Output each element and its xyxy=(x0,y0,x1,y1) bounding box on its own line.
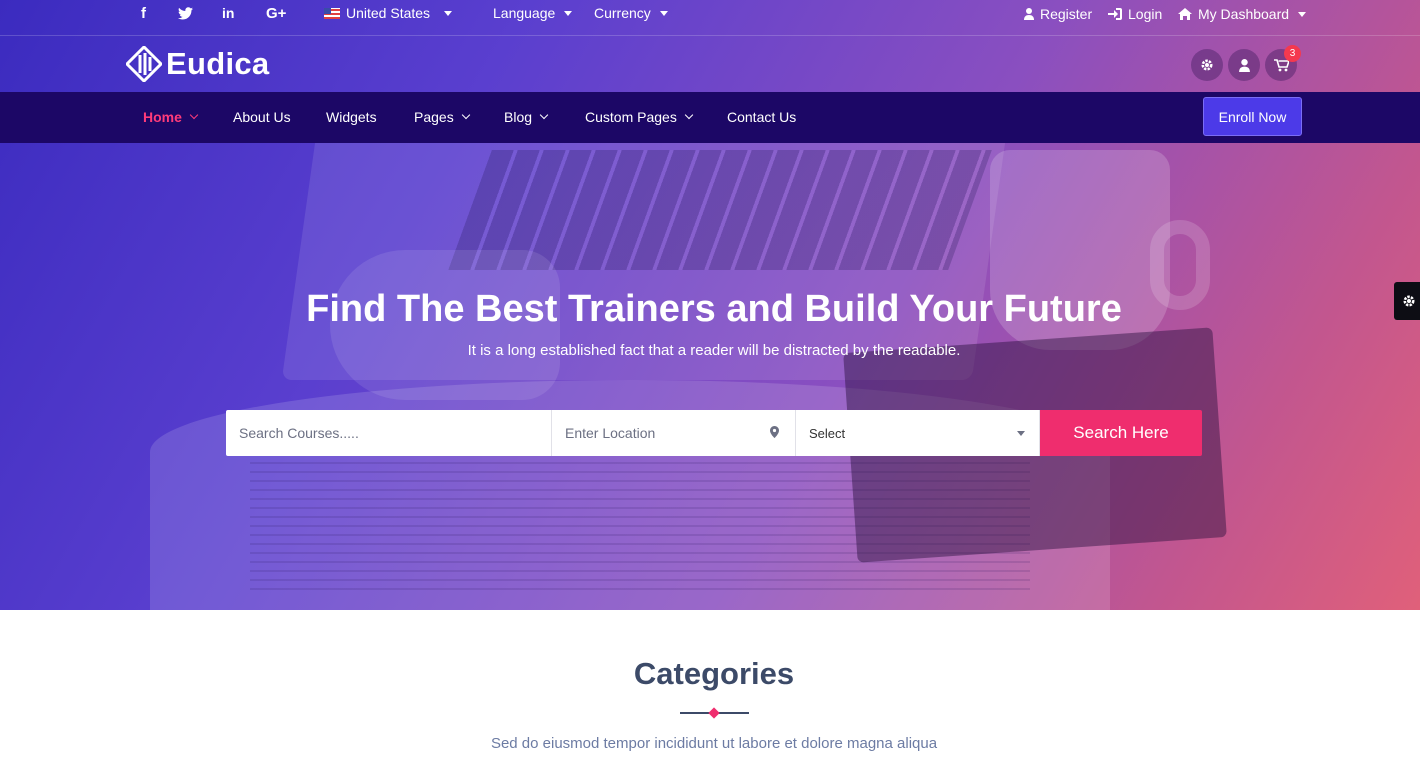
nav-item-label: Pages xyxy=(414,109,454,125)
nav-item-label: Custom Pages xyxy=(585,109,677,125)
main-navigation: Home About Us Widgets Pages Blog Custom … xyxy=(0,92,1420,143)
nav-item-widgets[interactable]: Widgets xyxy=(326,109,377,125)
chevron-down-icon xyxy=(189,110,199,120)
nav-item-blog[interactable]: Blog xyxy=(504,109,549,125)
search-courses-input[interactable]: Search Courses..... xyxy=(226,410,552,456)
sign-in-icon xyxy=(1108,8,1122,20)
dashboard-menu[interactable]: My Dashboard xyxy=(1178,6,1307,22)
site-logo[interactable]: Eudica xyxy=(126,46,269,82)
login-link[interactable]: Login xyxy=(1108,6,1162,22)
language-label: Language xyxy=(493,5,556,21)
brand-name: Eudica xyxy=(166,46,270,81)
location-placeholder: Enter Location xyxy=(565,425,656,441)
register-label: Register xyxy=(1040,6,1093,22)
caret-down-icon xyxy=(659,10,668,16)
currency-label: Currency xyxy=(594,5,651,21)
hero-title: Find The Best Trainers and Build Your Fu… xyxy=(306,288,1122,330)
categories-title: Categories xyxy=(633,656,795,691)
account-button[interactable] xyxy=(1228,49,1260,81)
cart-count-badge: 3 xyxy=(1284,45,1301,62)
home-icon xyxy=(1178,8,1192,20)
cart-icon xyxy=(1273,58,1289,71)
nav-item-label: Widgets xyxy=(326,109,377,125)
categories-subtitle: Sed do eiusmod tempor incididunt ut labo… xyxy=(490,735,938,752)
caret-down-icon xyxy=(564,10,573,16)
nav-item-label: Home xyxy=(143,109,182,125)
google-plus-icon[interactable]: G+ xyxy=(266,5,286,22)
chevron-down-icon xyxy=(461,110,470,120)
gear-icon xyxy=(1403,295,1415,307)
logo-icon xyxy=(126,46,162,82)
settings-button[interactable] xyxy=(1191,49,1223,81)
category-select-value: Select xyxy=(809,425,846,441)
currency-selector[interactable]: Currency xyxy=(594,5,668,21)
top-bar: f in G+ United States Language Currency … xyxy=(0,0,1420,36)
chevron-down-icon xyxy=(539,110,549,120)
country-selector[interactable]: United States xyxy=(324,5,453,21)
theme-settings-toggle[interactable] xyxy=(1394,282,1420,320)
search-courses-placeholder: Search Courses..... xyxy=(239,425,359,441)
chevron-down-icon xyxy=(684,110,694,120)
twitter-icon[interactable] xyxy=(178,7,193,24)
divider-diamond-icon xyxy=(708,707,720,719)
location-input[interactable]: Enter Location xyxy=(552,410,796,456)
category-select[interactable]: Select xyxy=(796,410,1040,456)
nav-item-label: Contact Us xyxy=(727,109,797,125)
course-search-form: Search Courses..... Enter Location Selec… xyxy=(226,410,1202,456)
gear-icon xyxy=(1201,59,1213,71)
hero-subtitle: It is a long established fact that a rea… xyxy=(467,342,961,359)
facebook-icon[interactable]: f xyxy=(141,5,146,22)
caret-down-icon xyxy=(1298,11,1307,17)
nav-item-home[interactable]: Home xyxy=(143,109,199,125)
enroll-now-button[interactable]: Enroll Now xyxy=(1203,97,1302,136)
map-pin-icon xyxy=(770,426,779,438)
language-selector[interactable]: Language xyxy=(493,5,573,21)
nav-item-custom-pages[interactable]: Custom Pages xyxy=(585,109,694,125)
nav-item-contact-us[interactable]: Contact Us xyxy=(727,109,796,125)
nav-item-pages[interactable]: Pages xyxy=(414,109,470,125)
brand-bar: Eudica 3 xyxy=(0,36,1420,92)
linkedin-icon[interactable]: in xyxy=(222,5,234,21)
nav-item-about-us[interactable]: About Us xyxy=(233,109,291,125)
caret-down-icon xyxy=(1017,431,1025,436)
user-icon xyxy=(1024,8,1034,20)
caret-down-icon xyxy=(444,10,453,16)
dashboard-label: My Dashboard xyxy=(1198,6,1290,22)
user-icon xyxy=(1238,58,1250,72)
country-label: United States xyxy=(346,5,431,21)
us-flag-icon xyxy=(324,7,340,19)
search-here-button[interactable]: Search Here xyxy=(1040,410,1202,456)
register-link[interactable]: Register xyxy=(1024,6,1092,22)
nav-item-label: Blog xyxy=(504,109,533,125)
nav-item-label: About Us xyxy=(233,109,291,125)
login-label: Login xyxy=(1128,6,1163,22)
